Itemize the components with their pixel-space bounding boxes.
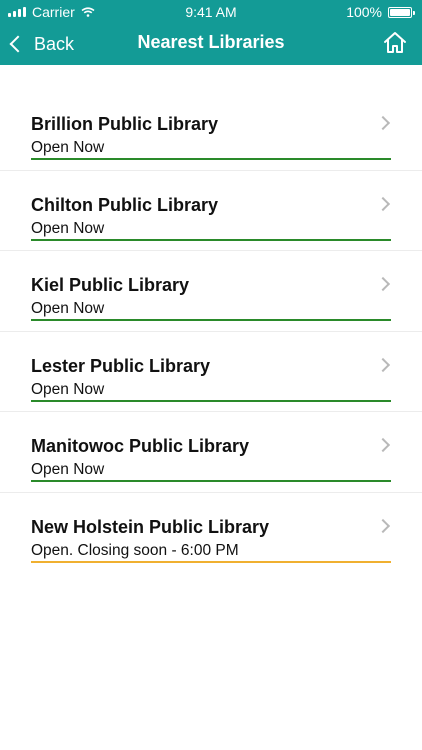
chevron-right-icon [375,276,391,292]
chevron-right-icon [375,518,391,533]
status-bar-indicator [31,319,391,321]
library-row[interactable]: Kiel Public Library Open Now [0,251,422,332]
library-name: Brillion Public Library [31,114,219,134]
library-row[interactable]: Manitowoc Public Library Open Now [0,412,422,493]
status-bar-indicator [31,238,391,241]
library-row[interactable]: Brillion Public Library Open Now [0,90,422,171]
library-status: Open Now [31,380,105,398]
library-name: Chilton Public Library [31,194,219,215]
home-icon[interactable] [382,30,408,56]
status-bar-indicator [31,480,391,482]
page-title: Nearest Libraries [137,32,285,52]
library-status: Open Now [31,139,105,156]
library-status: Open. Closing soon - 6:00 PM [31,541,239,559]
status-bar-indicator [31,399,391,402]
status-bar-indicator [31,158,391,160]
app-screen: Carrier 9:41 AM 100% Back Nearest Librar… [0,0,422,750]
library-row[interactable]: Chilton Public Library Open Now [0,171,422,251]
chevron-right-icon [375,437,391,453]
library-name: Manitowoc Public Library [31,436,250,456]
chevron-right-icon [375,196,391,211]
chevron-right-icon [375,115,391,131]
library-row[interactable]: Lester Public Library Open Now [0,332,422,412]
status-bar: Carrier 9:41 AM 100% [0,0,422,24]
battery-icon [388,6,415,18]
library-status: Open Now [31,219,105,237]
library-status: Open Now [31,300,105,317]
status-bar-indicator [31,560,391,563]
status-right: 100% [346,4,415,20]
chevron-right-icon [375,357,391,372]
nav-bar: Back Nearest Libraries [0,24,422,65]
header: Carrier 9:41 AM 100% Back Nearest Librar… [0,0,422,65]
battery-percent: 100% [346,4,382,20]
library-row[interactable]: New Holstein Public Library Open. Closin… [0,493,422,574]
library-name: Lester Public Library [31,355,211,376]
library-name: New Holstein Public Library [31,516,270,537]
library-list: Brillion Public Library Open Now Chilton… [0,90,422,573]
library-name: Kiel Public Library [31,275,190,295]
library-status: Open Now [31,461,105,478]
